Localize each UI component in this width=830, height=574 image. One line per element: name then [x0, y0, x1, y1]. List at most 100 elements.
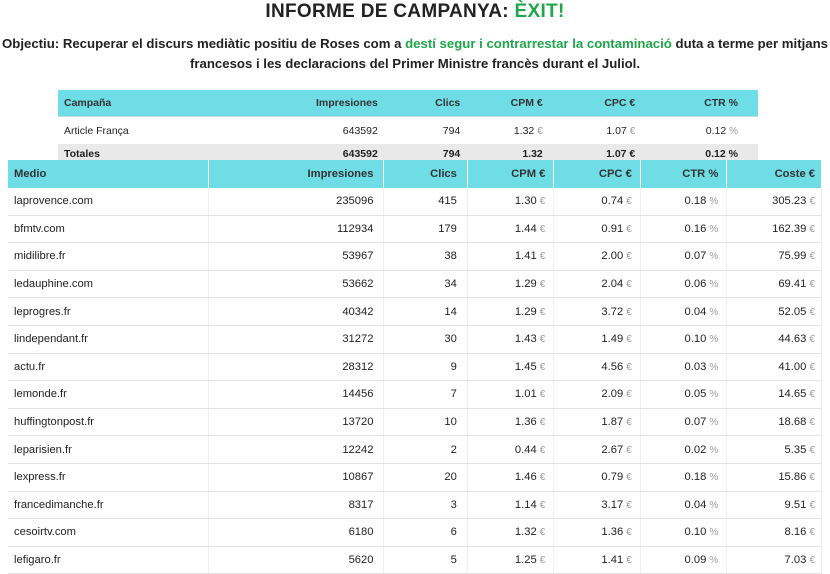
percent-unit: % — [709, 361, 719, 373]
cost-cell-value: 69.41 — [778, 278, 807, 291]
campaign-ctr: 0.12 % — [636, 117, 758, 145]
campaign-summary-table: Campaña Impresiones Clics CPM € CPC € CT… — [58, 90, 758, 164]
euro-unit: € — [539, 499, 546, 511]
cpc-cell: 0.74 € — [553, 188, 641, 216]
cost-cell-value: 305.23 — [772, 195, 807, 208]
col-header-coste: Coste € — [726, 160, 822, 188]
ctr-cell-value: 0.10 — [684, 333, 707, 346]
impressions-cell: 53967 — [208, 242, 385, 271]
cpc-cell-value: 1.49 — [601, 333, 624, 346]
clicks-cell: 20 — [383, 463, 468, 492]
ctr-cell: 0.10 % — [640, 325, 728, 354]
cpc-cell: 4.56 € — [553, 353, 641, 382]
cpc-cell: 3.72 € — [553, 297, 641, 326]
euro-unit: € — [626, 306, 632, 318]
euro-unit: € — [539, 306, 546, 318]
campaign-cpm: 1.32 € — [461, 117, 543, 145]
euro-unit: € — [537, 125, 543, 137]
medio-cell: leparisien.fr — [8, 435, 210, 464]
col-header-impresiones: Impresiones — [256, 90, 379, 117]
campaign-clicks: 794 — [442, 124, 461, 137]
medio-cell: actu.fr — [8, 353, 210, 382]
cost-cell-value: 5.35 — [784, 443, 807, 456]
cost-cell: 18.68 € — [726, 408, 822, 437]
cpc-cell-value: 4.56 — [601, 360, 624, 373]
campaign-name: Article França — [64, 124, 129, 137]
euro-unit: € — [626, 279, 632, 291]
ctr-cell-value: 0.09 — [684, 554, 707, 567]
impressions-cell: 53662 — [208, 270, 385, 299]
ctr-cell-value: 0.04 — [684, 305, 707, 318]
ctr-cell: 0.09 % — [640, 546, 728, 574]
col-header-ctr: CTR % — [636, 90, 758, 117]
cpc-cell: 1.49 € — [553, 325, 641, 354]
euro-unit: € — [809, 499, 815, 511]
cpm-cell: 1.29 € — [467, 297, 555, 326]
report-title: INFORME DE CAMPANYA: ÈXIT! — [0, 0, 830, 24]
clicks-cell: 38 — [383, 242, 468, 271]
euro-unit: € — [809, 223, 815, 235]
ctr-cell: 0.18 % — [640, 463, 728, 492]
cost-cell: 8.16 € — [726, 518, 822, 547]
cpm-cell: 1.30 € — [467, 188, 555, 216]
ctr-cell-value: 0.07 — [684, 250, 707, 263]
euro-unit: € — [809, 279, 815, 291]
cpm-cell: 1.01 € — [467, 380, 555, 409]
euro-unit: € — [626, 251, 632, 263]
medio-cell: cesoirtv.com — [8, 518, 210, 547]
cpc-cell-value: 3.17 — [601, 498, 624, 511]
euro-unit: € — [809, 361, 815, 373]
euro-unit: € — [809, 251, 815, 263]
percent-unit: % — [709, 527, 719, 539]
ctr-cell-value: 0.18 — [684, 471, 707, 484]
ctr-value: 0.12 — [705, 124, 727, 137]
percent-unit: % — [729, 125, 738, 137]
percent-unit: % — [709, 334, 719, 346]
euro-unit: € — [629, 125, 636, 137]
clicks-cell: 30 — [383, 325, 468, 354]
cpm-cell: 1.29 € — [467, 270, 555, 299]
cpm-cell-value: 1.14 — [514, 498, 537, 511]
clicks-cell: 10 — [383, 408, 468, 437]
impressions-cell: 12242 — [208, 435, 385, 464]
cost-cell: 162.39 € — [726, 215, 822, 244]
col-header-impresiones: Impresiones — [208, 160, 385, 188]
impressions-cell: 8317 — [208, 491, 385, 520]
cpc-cell: 1.87 € — [553, 408, 641, 437]
cpm-cell-value: 1.41 — [514, 250, 537, 263]
euro-unit: € — [539, 361, 546, 373]
clicks-cell: 6 — [383, 518, 468, 547]
clicks-cell: 7 — [383, 380, 468, 409]
cpc-cell-value: 2.04 — [601, 278, 624, 291]
cost-cell: 41.00 € — [726, 353, 822, 382]
cpm-cell: 1.41 € — [467, 242, 555, 271]
cpm-cell: 1.43 € — [467, 325, 555, 354]
objective-part1: Objectiu: Recuperar el discurs mediàtic … — [2, 36, 406, 51]
cpc-cell-value: 0.91 — [601, 222, 624, 235]
cpc-cell: 1.41 € — [553, 546, 641, 574]
ctr-cell: 0.07 % — [640, 408, 728, 437]
cost-cell: 7.03 € — [726, 546, 822, 574]
medio-cell: lindependant.fr — [8, 325, 210, 354]
cpc-cell: 2.09 € — [553, 380, 641, 409]
ctr-cell-value: 0.07 — [684, 416, 707, 429]
euro-unit: € — [629, 148, 636, 160]
cost-cell-value: 52.05 — [778, 305, 807, 318]
cpm-cell-value: 1.46 — [514, 471, 537, 484]
cost-cell: 69.41 € — [726, 270, 822, 299]
impressions-cell: 5620 — [208, 546, 385, 574]
cpm-cell: 1.45 € — [467, 353, 555, 382]
col-header-cpc: CPC € — [553, 160, 641, 188]
ctr-cell: 0.04 % — [640, 491, 728, 520]
cpm-cell-value: 1.29 — [514, 305, 537, 318]
cpm-cell-value: 1.44 — [514, 222, 537, 235]
ctr-cell-value: 0.06 — [684, 278, 707, 291]
clicks-cell: 14 — [383, 297, 468, 326]
euro-unit: € — [626, 389, 632, 401]
table-row: lindependant.fr 31272 30 1.43 €1.49 €0.10 %… — [8, 325, 822, 354]
cpm-cell: 1.44 € — [467, 215, 555, 244]
ctr-cell-value: 0.10 — [684, 526, 707, 539]
percent-unit: % — [709, 251, 719, 263]
medio-cell: bfmtv.com — [8, 215, 210, 244]
cpc-cell-value: 1.41 — [601, 554, 624, 567]
